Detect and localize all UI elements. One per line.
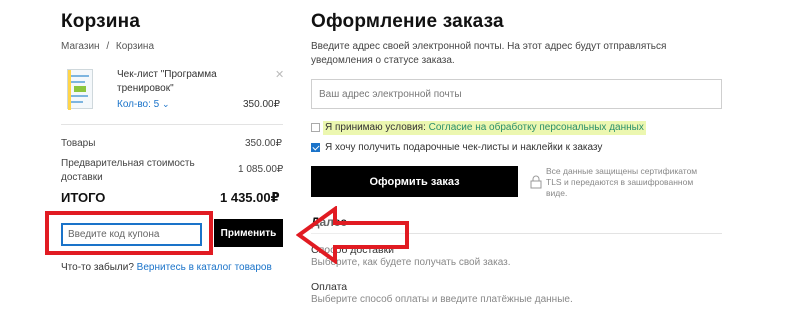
cart-item-name[interactable]: Чек-лист "Программа тренировок": [117, 68, 217, 96]
apply-coupon-button[interactable]: Применить: [214, 219, 283, 247]
prelim-delivery-value: 1 085.00₽: [238, 164, 284, 175]
terms-link[interactable]: Согласие на обработку персональных данны…: [429, 122, 644, 133]
email-intro: Введите адрес своей электронной почты. Н…: [311, 41, 667, 66]
back-to-catalog-link[interactable]: Вернитесь в каталог товаров: [137, 262, 272, 273]
lock-icon: [530, 175, 542, 189]
product-thumbnail[interactable]: [67, 69, 93, 110]
email-field[interactable]: [311, 79, 722, 109]
breadcrumb: Магазин / Корзина: [61, 40, 154, 54]
cart-item-price: 350.00₽: [243, 99, 280, 110]
terms-checkbox[interactable]: [311, 123, 320, 132]
newsletter-checkbox[interactable]: [311, 143, 320, 152]
checkout-title: Оформление заказа: [311, 11, 504, 32]
remove-item-icon[interactable]: ✕: [275, 68, 284, 81]
goods-label: Товары: [61, 138, 96, 149]
forgot-line: Что-то забыли? Вернитесь в каталог товар…: [61, 261, 272, 275]
cart-title: Корзина: [61, 11, 141, 32]
terms-text: Я принимаю условия:: [325, 122, 426, 133]
place-order-button[interactable]: Оформить заказ: [311, 166, 518, 197]
secure-note: Все данные защищены сертификатом TLS и п…: [546, 166, 698, 198]
goods-value: 350.00₽: [245, 138, 282, 149]
annotation-highlight-box: [45, 211, 213, 255]
divider: [61, 124, 283, 125]
terms-line: Я принимаю условия: Согласие на обработк…: [323, 121, 646, 135]
total-value: 1 435.00₽: [220, 190, 280, 205]
quantity-selector[interactable]: Кол-во: 5 ⌄: [117, 97, 170, 112]
breadcrumb-shop-link[interactable]: Магазин: [61, 41, 100, 52]
chevron-down-icon: ⌄: [162, 99, 170, 109]
payment-title: Оплата: [311, 281, 348, 293]
breadcrumb-current: Корзина: [115, 41, 155, 52]
annotation-arrow-icon: [296, 206, 409, 264]
payment-desc: Выберите способ оплаты и введите платёжн…: [311, 294, 573, 305]
newsletter-text: Я хочу получить подарочные чек-листы и н…: [325, 142, 603, 153]
forgot-text: Что-то забыли?: [61, 262, 134, 273]
breadcrumb-separator: /: [106, 41, 110, 52]
total-label: ИТОГО: [61, 190, 106, 205]
prelim-delivery-label: Предварительная стоимость доставки: [61, 158, 195, 183]
